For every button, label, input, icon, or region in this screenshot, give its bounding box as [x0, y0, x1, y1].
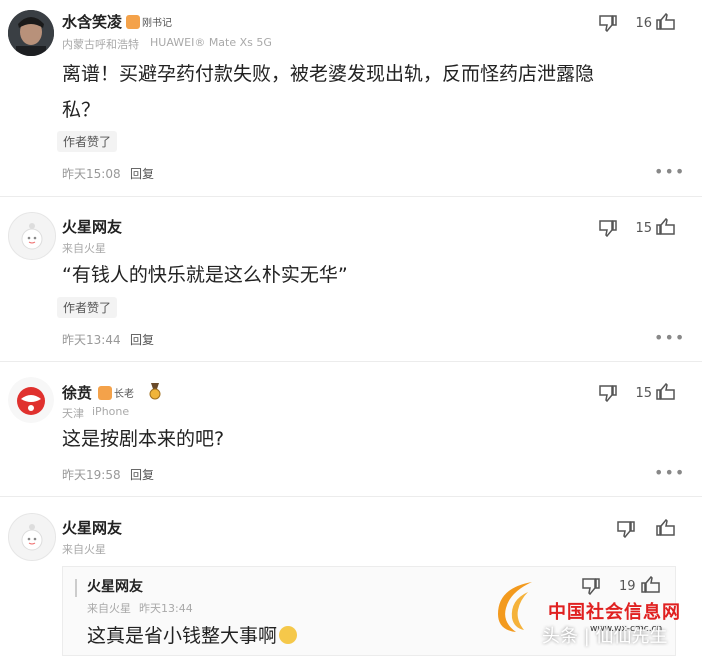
thumb-up-icon[interactable] — [641, 576, 661, 594]
divider — [0, 196, 702, 197]
device: iPhone — [92, 405, 130, 418]
reply-button[interactable]: 回复 — [130, 466, 154, 483]
badge-label: 刚书记 — [142, 18, 172, 29]
divider — [0, 496, 702, 497]
thumb-down-icon[interactable] — [581, 577, 601, 595]
medal-icon — [126, 15, 140, 29]
location: 内蒙古呼和浩特 — [62, 38, 139, 51]
comment-text: 离谱！买避孕药付款失败，被老婆发现出轨，反而怪药店泄露隐 私？ — [62, 57, 692, 127]
like-count: 15 — [635, 386, 652, 401]
user-badge: 长老 — [98, 385, 134, 400]
more-icon[interactable]: ••• — [654, 328, 685, 347]
badge-label: 长老 — [114, 389, 134, 400]
comment-text: “有钱人的快乐就是这么朴实无华” — [62, 264, 348, 286]
timestamp: 昨天19:58 — [62, 468, 121, 482]
user-badge: 刚书记 — [126, 14, 172, 29]
emoji-icon — [279, 626, 298, 644]
avatar[interactable] — [8, 513, 56, 561]
quoted-timestamp: 昨天13:44 — [139, 602, 193, 615]
thumb-up-icon[interactable] — [656, 218, 676, 236]
thumb-down-icon[interactable] — [598, 219, 618, 237]
username[interactable]: 水含笑凌 — [62, 11, 122, 32]
avatar[interactable] — [8, 10, 54, 56]
divider — [0, 361, 702, 362]
quoted-text-content: 这真是省小钱整大事啊 — [87, 625, 278, 647]
quote-bar — [75, 579, 77, 597]
medal-icon — [98, 386, 112, 400]
reply-button[interactable]: 回复 — [130, 165, 154, 182]
watermark-logo-icon — [498, 582, 532, 632]
avatar[interactable] — [8, 377, 54, 423]
comment-text-line: 离谱！买避孕药付款失败，被老婆发现出轨，反而怪药店泄露隐 — [62, 63, 595, 85]
like-count: 16 — [635, 16, 652, 31]
username[interactable]: 火星网友 — [62, 517, 122, 538]
thumb-down-icon[interactable] — [598, 384, 618, 402]
watermark-signature: 头条 | 仙仙先生 — [542, 626, 668, 647]
quoted-text: 这真是省小钱整大事啊 — [87, 621, 298, 648]
username[interactable]: 徐贲 — [62, 382, 92, 403]
thumb-down-icon[interactable] — [598, 14, 618, 32]
more-icon[interactable]: ••• — [654, 162, 685, 181]
location: 来自火星 — [62, 543, 106, 556]
timestamp: 昨天15:08 — [62, 167, 121, 181]
device: HUAWEI® Mate Xs 5G — [150, 36, 272, 49]
author-liked-tag: 作者赞了 — [57, 131, 118, 152]
location: 天津 — [62, 407, 84, 420]
like-count: 19 — [619, 579, 636, 594]
timestamp: 昨天13:44 — [62, 333, 121, 347]
like-count: 15 — [635, 221, 652, 236]
thumb-up-icon[interactable] — [656, 13, 676, 31]
medal-icon — [149, 383, 161, 400]
thumb-up-icon[interactable] — [656, 519, 676, 537]
more-icon[interactable]: ••• — [654, 463, 685, 482]
location: 来自火星 — [62, 242, 106, 255]
quoted-username[interactable]: 火星网友 — [87, 576, 143, 596]
avatar[interactable] — [8, 212, 56, 260]
username[interactable]: 火星网友 — [62, 216, 122, 237]
watermark-title: 中国社会信息网 — [548, 602, 681, 623]
thumb-down-icon[interactable] — [616, 520, 636, 538]
reply-button[interactable]: 回复 — [130, 331, 154, 348]
comment-text: 这是按剧本来的吧? — [62, 428, 225, 450]
quoted-location: 来自火星 — [87, 602, 131, 615]
author-liked-tag: 作者赞了 — [57, 297, 118, 318]
comment-text-line: 私？ — [62, 99, 101, 121]
thumb-up-icon[interactable] — [656, 383, 676, 401]
